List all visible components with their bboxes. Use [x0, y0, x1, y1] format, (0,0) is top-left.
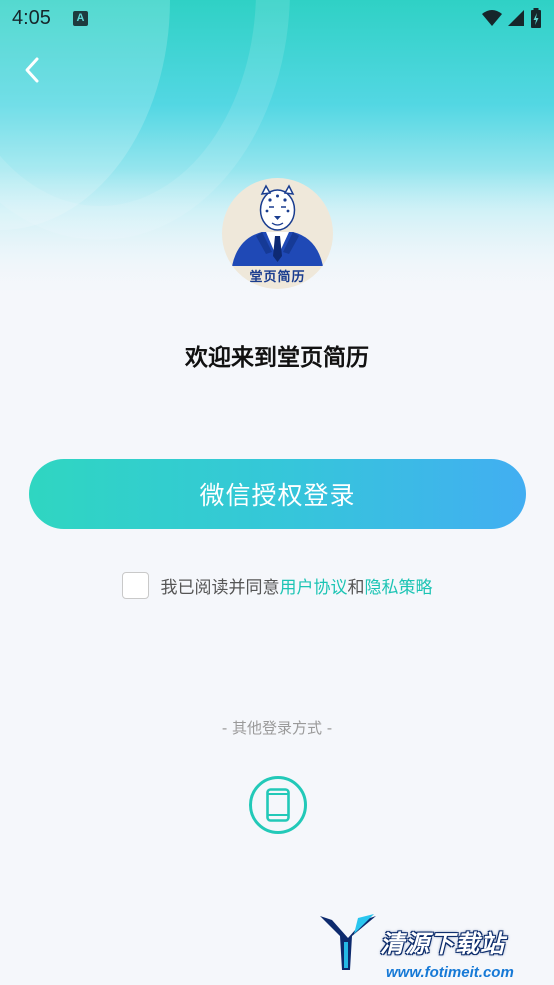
agreement-checkbox[interactable]: [121, 571, 149, 599]
watermark-logo-icon: [320, 914, 376, 970]
status-icons: [482, 8, 542, 28]
agreement-prefix: 我已阅读并同意: [160, 577, 280, 598]
user-agreement-link[interactable]: 用户协议: [280, 573, 348, 598]
logo-text: 堂页简历: [249, 270, 306, 285]
watermark: 清源下载站 www.fotimeit.com: [318, 910, 548, 982]
back-button[interactable]: [14, 52, 50, 88]
privacy-policy-link[interactable]: 隐私策略: [365, 573, 433, 598]
other-login-label: - 其他登录方式 -: [221, 719, 333, 737]
signal-icon: [508, 10, 524, 26]
agreement-and: 和: [347, 577, 365, 598]
status-time: 4:05: [12, 6, 51, 29]
chevron-left-icon: [25, 57, 39, 83]
wechat-login-button[interactable]: 微信授权登录: [29, 459, 526, 529]
status-bar: 4:05 A: [0, 0, 554, 36]
notification-icon: A: [72, 10, 88, 26]
phone-login-button[interactable]: [249, 776, 307, 834]
welcome-title: 欢迎来到堂页简历: [185, 345, 369, 371]
battery-icon: [531, 8, 541, 28]
watermark-title: 清源下载站: [380, 930, 505, 958]
app-logo: 堂页简历: [222, 178, 333, 289]
wifi-icon: [482, 10, 502, 26]
phone-icon: [266, 788, 290, 822]
agreement-row: 我已阅读并同意 用户协议 和 隐私策略: [0, 571, 554, 599]
watermark-url: www.fotimeit.com: [386, 964, 514, 981]
